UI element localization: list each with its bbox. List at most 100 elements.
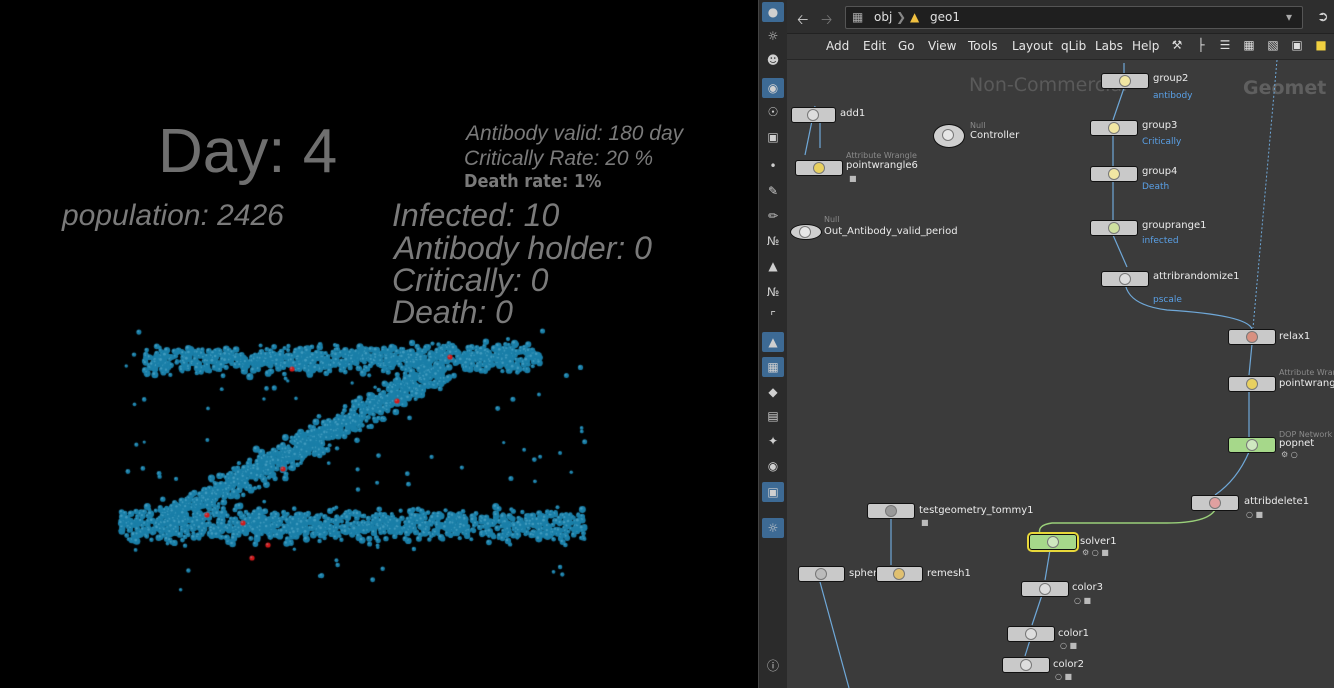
flag-icons: ○ ■ (1060, 641, 1078, 650)
node-pointwrangle6[interactable] (795, 160, 843, 176)
color-icon (1020, 659, 1032, 671)
brush-icon[interactable]: ✏ (762, 206, 784, 226)
node-out-antibody[interactable] (790, 224, 822, 240)
node-remesh1-label: remesh1 (927, 568, 971, 579)
color-grid-icon[interactable]: ▦ (1241, 38, 1257, 54)
menu-qlib[interactable]: qLib (1061, 39, 1086, 53)
flag-icons: ○ ■ (1246, 510, 1264, 519)
select-tool-icon[interactable]: ● (762, 2, 784, 22)
circle-icon[interactable]: ◉ (762, 456, 784, 476)
number-icon[interactable]: № (762, 231, 784, 251)
view-tool-icon[interactable]: ◉ (762, 78, 784, 98)
node-color2[interactable] (1002, 657, 1050, 673)
menu-layout[interactable]: Layout (1012, 39, 1053, 53)
image-icon[interactable]: ▣ (762, 482, 784, 502)
node-popnet[interactable] (1228, 437, 1276, 453)
menu-labs[interactable]: Labs (1095, 39, 1123, 53)
node-controller[interactable] (933, 124, 965, 148)
number-paint-icon[interactable]: № (762, 282, 784, 302)
node-attribdelete1[interactable] (1191, 495, 1239, 511)
node-group3[interactable] (1090, 120, 1138, 136)
menu-help[interactable]: Help (1132, 39, 1159, 53)
node-testgeometry[interactable] (867, 503, 915, 519)
bucket-icon[interactable]: ▲ (762, 256, 784, 276)
dot-icon[interactable]: • (762, 156, 784, 176)
path-field[interactable]: ▦ obj ❯ ▲ geo1 ▾ (845, 6, 1303, 29)
tree-icon[interactable]: ├ (1193, 38, 1209, 54)
menu-edit[interactable]: Edit (863, 39, 886, 53)
menu-tools[interactable]: Tools (968, 39, 998, 53)
wrench-icon[interactable]: ⚒ (1169, 38, 1185, 54)
eye-icon[interactable]: ☉ (762, 102, 784, 122)
group-icon (1119, 75, 1131, 87)
camera-icon[interactable]: ▣ (762, 127, 784, 147)
snap-icon[interactable]: ✦ (762, 431, 784, 451)
day-label: Day: 4 (158, 117, 338, 186)
info-icon[interactable]: ⓘ (762, 655, 784, 675)
node-solver1-label: solver1 (1080, 536, 1117, 547)
node-color3[interactable] (1021, 581, 1069, 597)
node-pointwrangle[interactable] (1228, 376, 1276, 392)
corner-icon[interactable]: ⌜ (762, 306, 784, 326)
null-icon (942, 129, 954, 141)
node-sphere[interactable] (798, 566, 845, 582)
path-crumb-obj[interactable]: obj (874, 10, 892, 24)
menu-bar: Add Edit Go View Tools Layout qLib Labs … (787, 34, 1334, 60)
path-bar: 🡠 🡢 ▦ obj ❯ ▲ geo1 ▾ ➲ (787, 0, 1334, 34)
light-icon[interactable]: ☼ (762, 518, 784, 538)
list-icon[interactable]: ☰ (1217, 38, 1233, 54)
lock-icon: ■ (921, 518, 929, 527)
node-group4-label: group4 (1142, 166, 1178, 177)
flag-icons: ⚙ ○ (1281, 450, 1298, 459)
node-out-antibody-label: Out_Antibody_valid_period (824, 226, 958, 237)
wrangle-icon (1246, 378, 1258, 390)
population-label: population: 2426 (62, 199, 284, 232)
node-solver1[interactable] (1029, 534, 1077, 550)
sticky-note-icon[interactable]: ■ (1313, 38, 1329, 54)
infected-count: Infected: 10 (392, 197, 560, 233)
terrain-icon[interactable]: ▲ (762, 332, 784, 352)
path-crumb-geo1[interactable]: geo1 (930, 10, 960, 24)
back-arrow-icon[interactable]: 🡠 (797, 9, 808, 33)
node-relax1[interactable] (1228, 329, 1276, 345)
chevron-down-icon[interactable]: ▾ (1286, 10, 1292, 24)
node-remesh1[interactable] (876, 566, 923, 582)
pin-icon[interactable]: ➲ (1317, 9, 1329, 25)
node-color2-label: color2 (1053, 659, 1084, 670)
node-pointwrangle-label: pointwrangle (1279, 378, 1334, 389)
color-icon (1039, 583, 1051, 595)
diamond-icon[interactable]: ◆ (762, 382, 784, 402)
map-icon[interactable]: ▤ (762, 406, 784, 426)
scene-viewport[interactable]: Day: 4 population: 2426 Antibody valid: … (0, 0, 758, 688)
node-group4[interactable] (1090, 166, 1138, 182)
forward-arrow-icon[interactable]: 🡢 (821, 9, 832, 33)
pen-icon[interactable]: ✎ (762, 181, 784, 201)
group-icon (1108, 122, 1120, 134)
table-icon[interactable]: ▧ (1265, 38, 1281, 54)
window-icon[interactable]: ▣ (1289, 38, 1305, 54)
light-bulb-icon[interactable]: ☼ (762, 26, 784, 46)
group-icon (1108, 168, 1120, 180)
menu-view[interactable]: View (928, 39, 956, 53)
network-toolstrip: ● ☼ ☻ ◉ ☉ ▣ • ✎ ✏ № ▲ № ⌜ ▲ ▦ ◆ ▤ ✦ ◉ ▣ … (758, 0, 788, 688)
flag-icons: ○ ■ (1074, 596, 1092, 605)
node-attribrandomize1[interactable] (1101, 271, 1149, 287)
menu-add[interactable]: Add (826, 39, 849, 53)
add-node-icon (807, 109, 819, 121)
node-pointwrangle6-label: pointwrangle6 (846, 160, 918, 171)
randomize-icon (1119, 273, 1131, 285)
menu-go[interactable]: Go (898, 39, 915, 53)
person-icon[interactable]: ☻ (762, 50, 784, 70)
node-controller-type: Null (970, 121, 986, 130)
relax-icon (1246, 331, 1258, 343)
node-group2[interactable] (1101, 73, 1149, 89)
node-graph[interactable]: Non-Commercial Geomet add1 Attribute Wra… (787, 60, 1334, 688)
particle-cloud (0, 0, 758, 688)
null-icon (799, 226, 811, 238)
node-color1[interactable] (1007, 626, 1055, 642)
grouprange-icon (1108, 222, 1120, 234)
grid-icon[interactable]: ▦ (762, 357, 784, 377)
node-add1[interactable] (791, 107, 836, 123)
node-grouprange1[interactable] (1090, 220, 1138, 236)
flag-icons: ⚙ ○ ■ (1082, 548, 1109, 557)
